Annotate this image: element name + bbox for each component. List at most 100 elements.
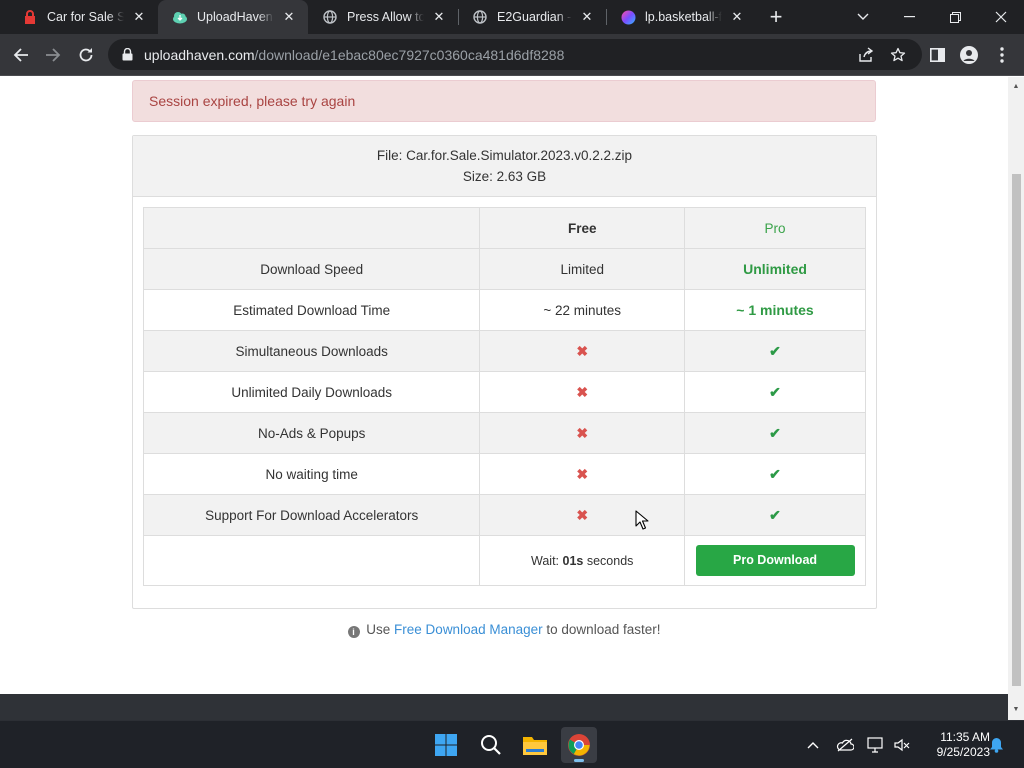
free-download-manager-link[interactable]: Free Download Manager — [394, 622, 543, 637]
table-row: Estimated Download Time ~ 22 minutes ~ 1… — [142, 289, 866, 331]
pro-download-button[interactable]: Pro Download — [695, 545, 855, 576]
fdm-hint: i Use Free Download Manager to download … — [0, 622, 1008, 638]
feature-label: No waiting time — [142, 453, 481, 495]
tab-title: Press Allow to Download — [347, 10, 424, 24]
table-row: Simultaneous Downloads ✖ ✔ — [142, 330, 866, 372]
table-row: Support For Download Accelerators ✖ ✔ — [142, 494, 866, 536]
feature-label: Estimated Download Time — [142, 289, 481, 331]
table-row: Download Speed Limited Unlimited — [142, 248, 866, 290]
feature-label: Unlimited Daily Downloads — [142, 371, 481, 413]
restore-icon[interactable] — [932, 0, 978, 34]
close-tab-icon[interactable]: ✕ — [130, 8, 148, 26]
active-app-indicator — [574, 759, 584, 762]
cross-icon: ✖ — [576, 424, 589, 441]
mouse-pointer-icon — [635, 510, 649, 530]
taskbar-clock[interactable]: 11:35 AM 9/25/2023 — [918, 730, 990, 760]
tab-title: UploadHaven - Download — [197, 10, 274, 24]
table-row: No waiting time ✖ ✔ — [142, 453, 866, 495]
new-tab-plus-icon[interactable]: + — [764, 4, 788, 29]
windows-taskbar: 11:35 AM 9/25/2023 — [0, 720, 1024, 768]
table-header-row: Free Pro — [142, 207, 866, 249]
red-lock-favicon-icon — [22, 9, 38, 25]
info-circle-icon: i — [347, 626, 360, 638]
file-explorer-folder-icon[interactable] — [517, 727, 553, 763]
site-footer-bar — [0, 694, 1008, 720]
tab-basketball-fan[interactable]: lp.basketball-fan.com ✕ — [606, 0, 756, 34]
session-expired-alert: Session expired, please try again — [132, 80, 876, 122]
close-tab-icon[interactable]: ✕ — [280, 8, 298, 26]
pro-value: Unlimited — [684, 248, 866, 290]
onedrive-cloud-icon[interactable] — [835, 735, 855, 755]
file-name: File: Car.for.Sale.Simulator.2023.v0.2.2… — [376, 148, 633, 163]
clock-time: 11:35 AM — [940, 730, 990, 744]
reload-icon[interactable] — [73, 42, 99, 68]
check-icon: ✔ — [769, 383, 781, 400]
url-path: /download/e1ebac80ec7927c0360ca481d6df82… — [254, 46, 565, 63]
bookmark-star-icon[interactable] — [888, 45, 908, 65]
kebab-menu-icon[interactable] — [989, 42, 1015, 68]
address-bar[interactable]: uploadhaven.com/download/e1ebac80ec7927c… — [108, 39, 922, 70]
share-icon[interactable] — [856, 45, 876, 65]
check-icon: ✔ — [769, 465, 781, 482]
uploadhaven-cloud-icon — [172, 9, 188, 25]
close-window-icon[interactable] — [978, 0, 1024, 34]
windows-start-icon[interactable] — [428, 727, 464, 763]
scroll-up-arrow-icon[interactable]: ▲ — [1012, 83, 1020, 91]
free-value: ~ 22 minutes — [479, 289, 686, 331]
table-row: No-Ads & Popups ✖ ✔ — [142, 412, 866, 454]
tab-title: lp.basketball-fan.com — [645, 10, 722, 24]
notification-bell-icon[interactable] — [986, 735, 1006, 755]
tab-search-chevron-icon[interactable] — [840, 0, 886, 34]
search-icon[interactable] — [473, 727, 509, 763]
side-panel-icon[interactable] — [924, 42, 950, 68]
action-row: Wait: 01s seconds Pro Download — [142, 535, 866, 586]
download-panel: File: Car.for.Sale.Simulator.2023.v0.2.2… — [132, 135, 877, 609]
action-empty-cell — [142, 535, 481, 586]
profile-avatar-icon[interactable] — [956, 42, 982, 68]
wait-cell: Wait: 01s seconds — [479, 535, 686, 586]
check-icon: ✔ — [769, 424, 781, 441]
browser-toolbar: uploadhaven.com/download/e1ebac80ec7927c… — [0, 34, 1024, 76]
table-row: Unlimited Daily Downloads ✖ ✔ — [142, 371, 866, 413]
cross-icon: ✖ — [576, 342, 589, 359]
check-icon: ✔ — [769, 506, 781, 523]
url-text[interactable]: uploadhaven.com/download/e1ebac80ec7927c… — [144, 47, 564, 63]
page-viewport: Session expired, please try again File: … — [0, 77, 1008, 694]
pro-button-cell: Pro Download — [684, 535, 866, 586]
tab-e2guardian[interactable]: E2Guardian - Access Denied ✕ — [458, 0, 606, 34]
file-info-header: File: Car.for.Sale.Simulator.2023.v0.2.2… — [133, 136, 876, 197]
clock-date: 9/25/2023 — [936, 745, 990, 759]
volume-muted-icon[interactable] — [892, 735, 912, 755]
minimize-icon[interactable] — [886, 0, 932, 34]
tab-car-for-sale[interactable]: Car for Sale Simulator 2023 ✕ — [8, 0, 158, 34]
show-hidden-icons-chevron-icon[interactable] — [803, 735, 823, 755]
cross-icon: ✖ — [576, 465, 589, 482]
close-tab-icon[interactable]: ✕ — [578, 8, 596, 26]
feature-label: Simultaneous Downloads — [142, 330, 481, 372]
plan-comparison-table: Free Pro Download Speed Limited Unlimite… — [142, 207, 866, 586]
scrollbar-thumb[interactable] — [1012, 174, 1021, 686]
browser-tab-strip: Car for Sale Simulator 2023 ✕ UploadHave… — [0, 0, 1024, 34]
lock-icon[interactable] — [120, 48, 134, 62]
gradient-circle-icon — [620, 9, 636, 25]
header-empty-cell — [142, 207, 481, 249]
pro-value: ~ 1 minutes — [684, 289, 866, 331]
header-pro: Pro — [684, 207, 866, 249]
close-tab-icon[interactable]: ✕ — [728, 8, 746, 26]
feature-label: No-Ads & Popups — [142, 412, 481, 454]
cross-icon: ✖ — [576, 383, 589, 400]
network-monitor-icon[interactable] — [866, 735, 886, 755]
free-value: Limited — [479, 248, 686, 290]
cross-icon: ✖ — [576, 506, 589, 523]
back-arrow-icon[interactable] — [8, 42, 34, 68]
close-tab-icon[interactable]: ✕ — [430, 8, 448, 26]
header-free: Free — [479, 207, 686, 249]
file-size: Size: 2.63 GB — [462, 169, 547, 184]
scroll-down-arrow-icon[interactable]: ▼ — [1012, 706, 1020, 714]
chrome-taskbar-icon[interactable] — [561, 727, 597, 763]
page-scrollbar[interactable]: ▲ ▼ — [1008, 77, 1024, 720]
globe-icon — [322, 9, 338, 25]
forward-arrow-icon[interactable] — [40, 42, 66, 68]
tab-uploadhaven[interactable]: UploadHaven - Download ✕ — [158, 0, 308, 34]
tab-press-allow[interactable]: Press Allow to Download ✕ — [308, 0, 458, 34]
